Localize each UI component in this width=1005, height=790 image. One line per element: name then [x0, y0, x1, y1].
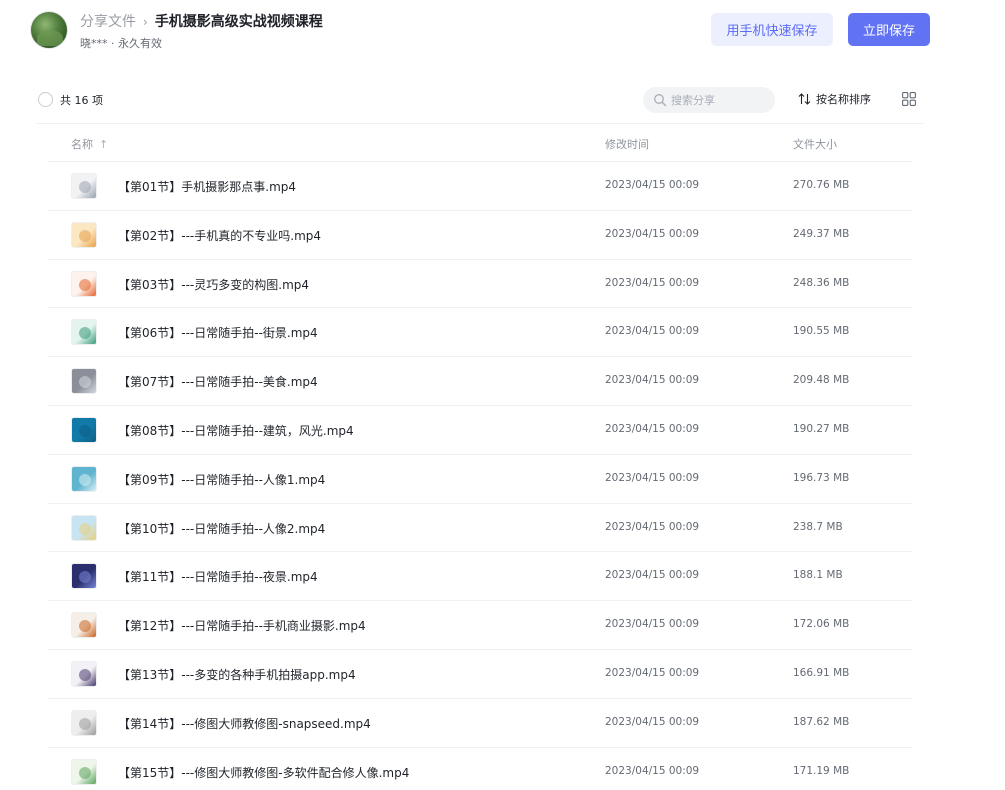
- file-size: 172.06 MB: [793, 618, 850, 631]
- sharer-info: 晓*** · 永久有效: [80, 37, 162, 50]
- file-modified-time: 2023/04/15 00:09: [605, 569, 700, 582]
- breadcrumb-root-link[interactable]: 分享文件: [80, 14, 136, 30]
- file-modified-time: 2023/04/15 00:09: [605, 325, 700, 338]
- sort-icon: [798, 93, 811, 105]
- file-name[interactable]: 【第02节】---手机真的不专业吗.mp4: [118, 227, 321, 244]
- file-modified-time: 2023/04/15 00:09: [605, 374, 700, 387]
- table-header: 名称 ↑ 修改时间 文件大小: [48, 124, 912, 162]
- file-name[interactable]: 【第10节】---日常随手拍--人像2.mp4: [118, 520, 325, 537]
- file-size: 249.37 MB: [793, 227, 850, 240]
- video-thumbnail: [71, 416, 97, 443]
- column-size-header[interactable]: 文件大小: [793, 136, 837, 152]
- file-modified-time: 2023/04/15 00:09: [605, 227, 700, 240]
- file-modified-time: 2023/04/15 00:09: [605, 276, 700, 289]
- video-thumbnail: [71, 709, 97, 736]
- file-name[interactable]: 【第09节】---日常随手拍--人像1.mp4: [118, 471, 325, 488]
- file-name[interactable]: 【第01节】手机摄影那点事.mp4: [118, 178, 296, 195]
- file-row[interactable]: 【第06节】---日常随手拍--街景.mp4 2023/04/15 00:09 19…: [48, 308, 912, 358]
- file-row[interactable]: 【第11节】---日常随手拍--夜景.mp4 2023/04/15 00:09 18…: [48, 552, 912, 602]
- file-list: 【第01节】手机摄影那点事.mp4 2023/04/15 00:09 270.76 …: [48, 162, 912, 790]
- video-thumbnail: [71, 173, 97, 199]
- file-row[interactable]: 【第15节】---修图大师教修图-多软件配合修人像.mp4 2023/04/15 …: [48, 748, 912, 790]
- video-thumbnail: [71, 221, 97, 248]
- column-time-header[interactable]: 修改时间: [605, 136, 649, 152]
- file-row[interactable]: 【第13节】---多变的各种手机拍摄app.mp4 2023/04/15 00:0…: [48, 650, 912, 699]
- search-box[interactable]: [643, 87, 775, 113]
- file-modified-time: 2023/04/15 00:09: [605, 520, 700, 533]
- file-size: 270.76 MB: [793, 179, 850, 191]
- column-name-label: 名称: [71, 138, 93, 151]
- file-row[interactable]: 【第09节】---日常随手拍--人像1.mp4 2023/04/15 00:09 1…: [48, 455, 912, 504]
- file-modified-time: 2023/04/15 00:09: [605, 179, 700, 191]
- file-size: 196.73 MB: [793, 471, 850, 484]
- search-input[interactable]: [671, 87, 771, 113]
- sharer-avatar: [30, 11, 68, 49]
- file-modified-time: 2023/04/15 00:09: [605, 715, 700, 728]
- video-thumbnail: [71, 612, 97, 639]
- file-name[interactable]: 【第07节】---日常随手拍--美食.mp4: [118, 373, 318, 390]
- file-size: 190.55 MB: [793, 325, 850, 338]
- file-size: 209.48 MB: [793, 374, 850, 387]
- page-title: 手机摄影高级实战视频课程: [154, 14, 323, 30]
- file-size: 171.19 MB: [793, 764, 850, 777]
- file-modified-time: 2023/04/15 00:09: [605, 471, 700, 484]
- file-name[interactable]: 【第15节】---修图大师教修图-多软件配合修人像.mp4: [118, 764, 409, 781]
- file-name[interactable]: 【第11节】---日常随手拍--夜景.mp4: [118, 568, 318, 585]
- search-icon: [654, 94, 667, 107]
- file-size: 238.7 MB: [793, 520, 843, 533]
- file-modified-time: 2023/04/15 00:09: [605, 618, 700, 631]
- video-thumbnail: [71, 319, 97, 346]
- file-row[interactable]: 【第10节】---日常随手拍--人像2.mp4 2023/04/15 00:09 2…: [48, 504, 912, 553]
- save-button[interactable]: 立即保存: [848, 13, 930, 46]
- file-size: 166.91 MB: [793, 666, 850, 679]
- video-thumbnail: [71, 465, 97, 492]
- column-name-header[interactable]: 名称 ↑: [71, 136, 108, 152]
- sort-label: 按名称排序: [816, 93, 871, 106]
- toolbar: 共 16 项 按名称排序: [37, 84, 923, 124]
- select-all-checkbox[interactable]: [38, 92, 53, 107]
- video-thumbnail: [71, 368, 97, 395]
- file-size: 188.1 MB: [793, 569, 843, 582]
- phone-save-button[interactable]: 用手机快速保存: [711, 13, 833, 46]
- file-row[interactable]: 【第07节】---日常随手拍--美食.mp4 2023/04/15 00:09 20…: [48, 357, 912, 406]
- file-row[interactable]: 【第08节】---日常随手拍--建筑，风光.mp4 2023/04/15 00:0…: [48, 406, 912, 455]
- video-thumbnail: [71, 660, 97, 687]
- file-size: 187.62 MB: [793, 715, 850, 728]
- video-thumbnail: [71, 270, 97, 297]
- chevron-right-icon: ›: [143, 15, 148, 29]
- file-row[interactable]: 【第02节】---手机真的不专业吗.mp4 2023/04/15 00:09 249…: [48, 211, 912, 260]
- file-row[interactable]: 【第01节】手机摄影那点事.mp4 2023/04/15 00:09 270.76 …: [48, 162, 912, 211]
- file-name[interactable]: 【第12节】---日常随手拍--手机商业摄影.mp4: [118, 617, 366, 634]
- file-row[interactable]: 【第03节】---灵巧多变的构图.mp4 2023/04/15 00:09 248.…: [48, 260, 912, 309]
- file-name[interactable]: 【第08节】---日常随手拍--建筑，风光.mp4: [118, 422, 354, 439]
- file-name[interactable]: 【第13节】---多变的各种手机拍摄app.mp4: [118, 666, 356, 683]
- item-count: 共 16 项: [60, 94, 103, 107]
- file-modified-time: 2023/04/15 00:09: [605, 666, 700, 679]
- share-header: 分享文件 › 手机摄影高级实战视频课程 晓*** · 永久有效 用手机快速保存 立即…: [0, 0, 1005, 60]
- video-thumbnail: [71, 563, 97, 590]
- file-size: 248.36 MB: [793, 276, 850, 289]
- sort-arrow-icon: ↑: [99, 138, 109, 151]
- file-name[interactable]: 【第06节】---日常随手拍--街景.mp4: [118, 324, 318, 341]
- video-thumbnail: [71, 514, 97, 541]
- file-modified-time: 2023/04/15 00:09: [605, 764, 700, 777]
- grid-view-icon[interactable]: [902, 92, 916, 106]
- file-name[interactable]: 【第14节】---修图大师教修图-snapseed.mp4: [118, 715, 371, 732]
- file-modified-time: 2023/04/15 00:09: [605, 422, 700, 435]
- file-row[interactable]: 【第14节】---修图大师教修图-snapseed.mp4 2023/04/15 …: [48, 699, 912, 748]
- file-row[interactable]: 【第12节】---日常随手拍--手机商业摄影.mp4 2023/04/15 00:…: [48, 601, 912, 650]
- video-thumbnail: [71, 758, 97, 785]
- breadcrumb: 分享文件 › 手机摄影高级实战视频课程: [80, 11, 323, 31]
- file-size: 190.27 MB: [793, 422, 850, 435]
- sort-button[interactable]: 按名称排序: [798, 91, 871, 107]
- file-name[interactable]: 【第03节】---灵巧多变的构图.mp4: [118, 276, 309, 293]
